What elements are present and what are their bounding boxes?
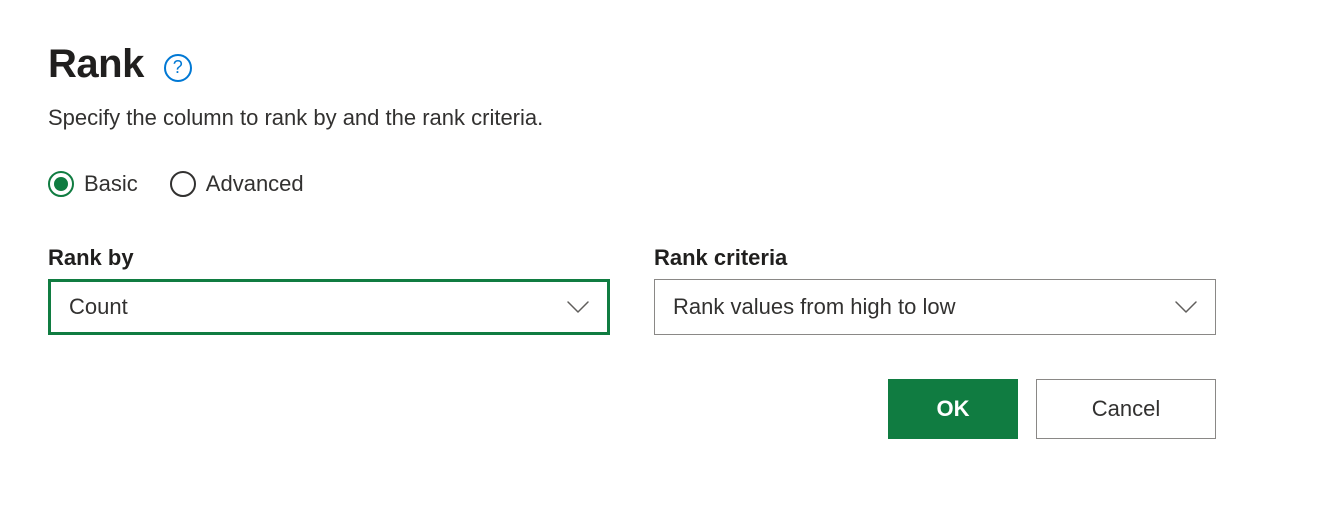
help-glyph: ? <box>173 57 183 78</box>
chevron-down-icon <box>1171 297 1201 317</box>
radio-circle-icon <box>170 171 196 197</box>
radio-circle-icon <box>48 171 74 197</box>
mode-radio-group: Basic Advanced <box>48 171 1284 197</box>
rank-by-select[interactable]: Count <box>48 279 610 335</box>
page-subtitle: Specify the column to rank by and the ra… <box>48 105 1284 131</box>
page-title: Rank <box>48 42 144 87</box>
ok-button[interactable]: OK <box>888 379 1018 439</box>
rank-by-label: Rank by <box>48 245 610 271</box>
cancel-button[interactable]: Cancel <box>1036 379 1216 439</box>
rank-criteria-select[interactable]: Rank values from high to low <box>654 279 1216 335</box>
chevron-down-icon <box>563 297 593 317</box>
radio-basic[interactable]: Basic <box>48 171 138 197</box>
rank-by-value: Count <box>69 294 128 320</box>
radio-basic-label: Basic <box>84 171 138 197</box>
radio-advanced-label: Advanced <box>206 171 304 197</box>
rank-criteria-label: Rank criteria <box>654 245 1216 271</box>
radio-advanced[interactable]: Advanced <box>170 171 304 197</box>
help-icon[interactable]: ? <box>164 54 192 82</box>
rank-criteria-value: Rank values from high to low <box>673 294 955 320</box>
